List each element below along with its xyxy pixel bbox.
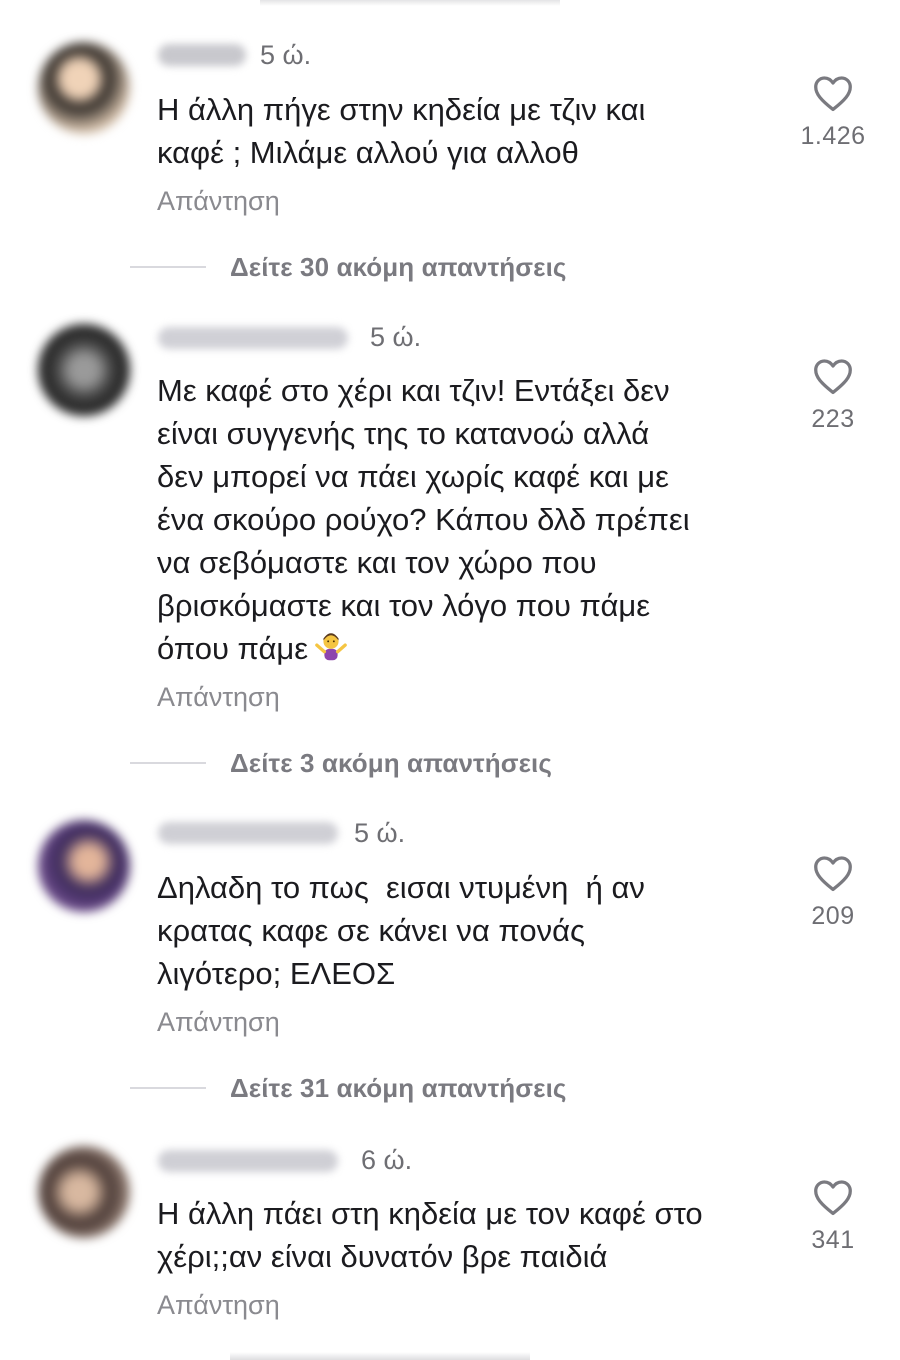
username-blurred[interactable]	[158, 822, 338, 844]
comment-text: Η άλλη πάει στη κηδεία με τον καφέ στο χ…	[157, 1196, 703, 1274]
like-button[interactable]: 223	[795, 357, 871, 434]
divider-line	[130, 266, 206, 268]
view-more-replies-label: Δείτε 3 ακόμη απαντήσεις	[230, 747, 552, 778]
view-more-replies[interactable]: Δείτε 31 ακόμη απαντήσεις	[130, 1068, 567, 1108]
divider-line	[130, 762, 206, 764]
reply-button[interactable]: Απάντηση	[157, 186, 280, 216]
comment-time: 5 ώ.	[260, 40, 312, 70]
heart-outline-icon	[814, 856, 852, 892]
username-blurred[interactable]	[158, 327, 348, 349]
comments-screen: 5 ώ. Η άλλη πήγε στην κηδεία με τζιν και…	[0, 0, 900, 1360]
username-blurred[interactable]	[158, 1150, 338, 1172]
like-button[interactable]: 209	[795, 854, 871, 931]
comment-text: Με καφέ στο χέρι και τζιν! Εντάξει δεν ε…	[157, 369, 777, 670]
comment-text: Η άλλη πήγε στην κηδεία με τζιν και καφέ…	[157, 92, 646, 170]
comment-time: 5 ώ.	[370, 322, 422, 352]
view-more-replies-label: Δείτε 30 ακόμη απαντήσεις	[230, 251, 567, 282]
scroll-edge	[230, 1352, 530, 1360]
comment-text-body: Με καφέ στο χέρι και τζιν! Εντάξει δεν ε…	[157, 373, 690, 666]
view-more-replies[interactable]: Δείτε 3 ακόμη απαντήσεις	[130, 743, 552, 783]
comment-text: Δηλαδη το πως εισαι ντυμένη ή αν κρατας …	[157, 870, 645, 991]
avatar[interactable]	[38, 42, 130, 134]
heart-outline-icon	[814, 1180, 852, 1216]
like-count: 223	[811, 405, 855, 433]
reply-button[interactable]: Απάντηση	[157, 1290, 280, 1320]
heart-outline-icon	[814, 359, 852, 395]
avatar[interactable]	[38, 324, 130, 416]
like-count: 1.426	[800, 122, 866, 150]
comment-time: 6 ώ.	[361, 1145, 413, 1175]
comment-time: 5 ώ.	[354, 818, 406, 848]
view-more-replies-label: Δείτε 31 ακόμη απαντήσεις	[230, 1072, 567, 1103]
like-count: 341	[811, 1226, 855, 1254]
reply-button[interactable]: Απάντηση	[157, 1007, 280, 1037]
like-count: 209	[811, 902, 855, 930]
view-more-replies[interactable]: Δείτε 30 ακόμη απαντήσεις	[130, 247, 567, 287]
like-button[interactable]: 341	[795, 1178, 871, 1255]
username-blurred[interactable]	[158, 44, 246, 66]
scroll-edge	[260, 0, 560, 6]
like-button[interactable]: 1.426	[795, 74, 871, 151]
avatar[interactable]	[38, 820, 130, 912]
avatar[interactable]	[38, 1146, 130, 1238]
divider-line	[130, 1087, 206, 1089]
reply-button[interactable]: Απάντηση	[157, 682, 280, 712]
heart-outline-icon	[814, 76, 852, 112]
woman-shrugging-emoji	[315, 633, 347, 661]
